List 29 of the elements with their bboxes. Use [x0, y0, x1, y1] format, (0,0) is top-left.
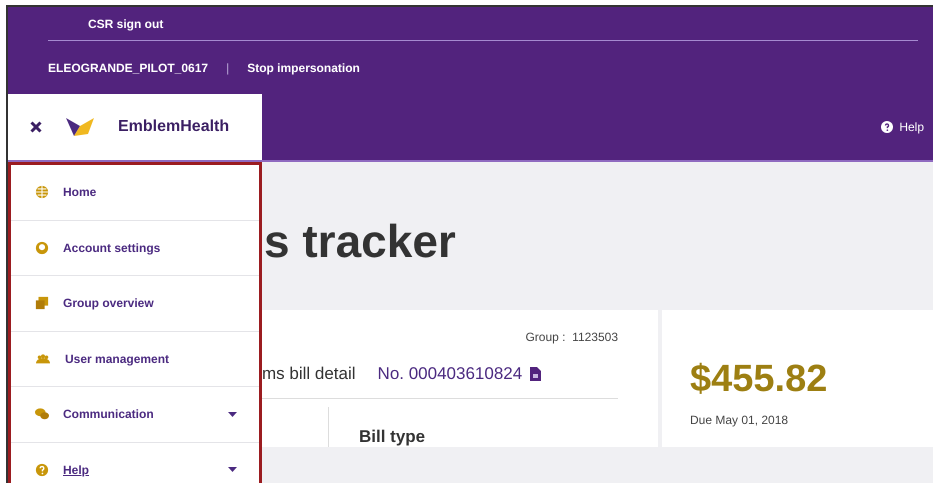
- help-icon: [35, 462, 49, 477]
- impersonated-user: ELEOGRANDE_PILOT_0617: [48, 60, 208, 74]
- brand-name: EmblemHealth: [118, 118, 230, 136]
- user-icon: [35, 240, 49, 255]
- globe-icon: [35, 185, 49, 200]
- group-number: Group : 1123503: [525, 330, 618, 344]
- menu-item[interactable]: Communication: [11, 387, 259, 442]
- bill-type-label: Bill type: [359, 427, 426, 447]
- logo-icon: [64, 116, 96, 138]
- separator: |: [226, 60, 230, 74]
- stop-impersonation-link[interactable]: Stop impersonation: [247, 60, 360, 74]
- menu-item[interactable]: Group overview: [11, 276, 259, 332]
- bill-heading: ms bill detail: [262, 364, 356, 384]
- menu-item[interactable]: Help: [11, 442, 259, 483]
- close-icon[interactable]: [30, 121, 42, 133]
- amount-due: $455.82: [690, 358, 828, 401]
- bill-number: No. 000403610824: [378, 364, 542, 384]
- chat-icon: [35, 407, 49, 422]
- cards-icon: [35, 296, 49, 310]
- menu-item[interactable]: User management: [11, 332, 259, 387]
- document-icon[interactable]: [530, 367, 542, 381]
- csr-sign-out-link[interactable]: CSR sign out: [88, 16, 164, 30]
- menu-item[interactable]: Account settings: [11, 220, 259, 276]
- due-date: Due May 01, 2018: [690, 413, 790, 427]
- help-icon: [881, 121, 894, 133]
- menu-item[interactable]: Home: [11, 165, 259, 220]
- help-link[interactable]: Help: [881, 120, 933, 134]
- users-icon: [35, 352, 51, 366]
- page-title: s tracker: [264, 214, 457, 269]
